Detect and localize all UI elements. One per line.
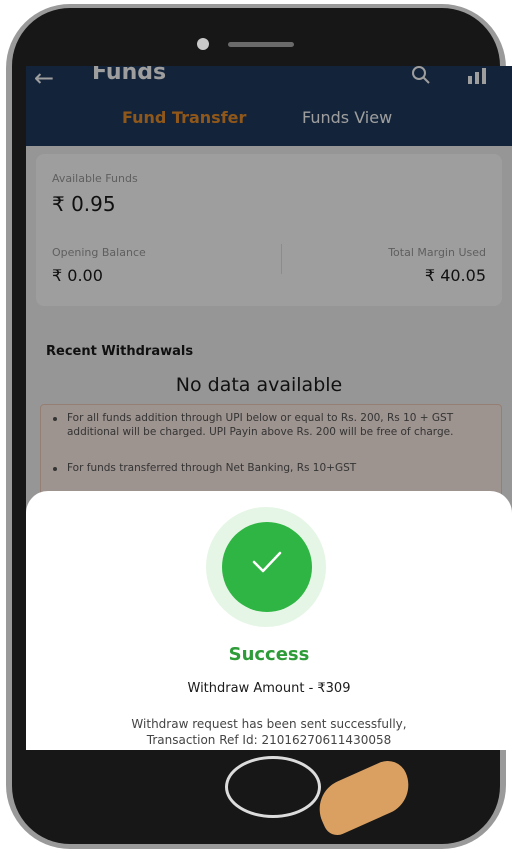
home-button[interactable]	[225, 756, 321, 818]
checkmark-icon	[252, 551, 282, 573]
phone-screen: ← Funds Fund Transfer Funds View Availab…	[26, 66, 512, 750]
withdraw-amount: Withdraw Amount - ₹309	[187, 681, 351, 696]
success-message: Withdraw request has been sent successfu…	[26, 716, 512, 748]
transaction-ref: Transaction Ref Id: 21016270611430058	[146, 733, 392, 747]
front-camera	[197, 38, 209, 50]
message-line-1: Withdraw request has been sent successfu…	[131, 717, 407, 731]
phone-speaker	[228, 42, 294, 47]
success-status: Success	[228, 644, 310, 665]
success-bottom-sheet: Success Withdraw Amount - ₹309 Withdraw …	[26, 491, 512, 750]
